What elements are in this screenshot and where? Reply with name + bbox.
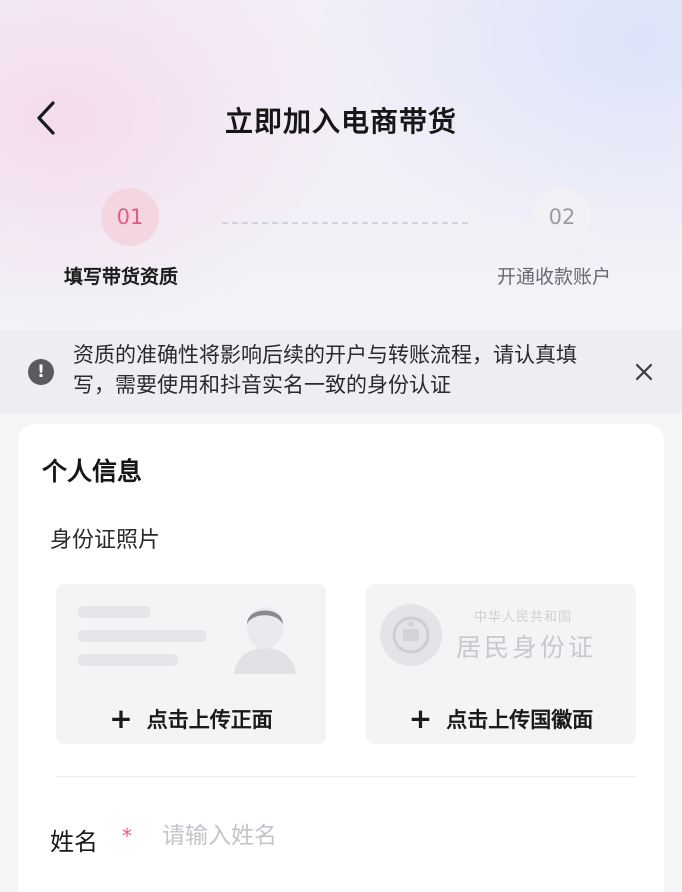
step-indicator: 01 02 填写带货资质 开通收款账户 (0, 186, 682, 296)
plus-icon: + (408, 702, 433, 735)
national-emblem-icon (380, 604, 442, 666)
notice-text: 资质的准确性将影响后续的开户与转账流程，请认真填写，需要使用和抖音实名一致的身份… (73, 343, 577, 397)
step-1-label: 填写带货资质 (64, 266, 179, 288)
upload-front-label: 点击上传正面 (146, 708, 273, 732)
personal-info-card: 个人信息 身份证照片 + 点击上传正面 中华人民共和国 居民身份证 + 点击上传… (18, 424, 664, 892)
upload-id-back-button[interactable]: 中华人民共和国 居民身份证 + 点击上传国徽面 (366, 584, 636, 744)
upload-back-action: + 点击上传国徽面 (366, 704, 636, 734)
person-avatar-icon (234, 607, 296, 674)
plus-icon: + (109, 702, 133, 735)
required-mark: * (122, 824, 132, 848)
alert-circle-icon: ! (28, 359, 54, 385)
step-connector (222, 222, 468, 224)
id-photo-label: 身份证照片 (50, 528, 161, 553)
page-title: 立即加入电商带货 (224, 105, 457, 138)
notice-banner: ! 资质的准确性将影响后续的开户与转账流程，请认真填写，需要使用和抖音实名一致的… (0, 330, 682, 414)
upload-front-action: + 点击上传正面 (56, 704, 326, 734)
divider (56, 776, 636, 777)
notice-close-button[interactable] (628, 356, 660, 388)
step-1-number: 01 (101, 188, 159, 246)
name-label: 姓名 (50, 828, 98, 856)
upload-id-front-button[interactable]: + 点击上传正面 (56, 584, 326, 744)
placeholder-line (78, 654, 178, 666)
header: 立即加入电商带货 (0, 82, 682, 154)
id-card-country: 中华人民共和国 (474, 610, 573, 625)
placeholder-line (78, 630, 206, 642)
placeholder-line (78, 606, 150, 618)
step-2-label: 开通收款账户 (497, 266, 612, 288)
section-title: 个人信息 (42, 457, 143, 486)
close-icon (635, 363, 653, 381)
id-card-title: 居民身份证 (456, 633, 597, 662)
upload-back-label: 点击上传国徽面 (446, 708, 594, 732)
name-input[interactable] (162, 816, 622, 856)
step-2-number: 02 (533, 188, 591, 246)
